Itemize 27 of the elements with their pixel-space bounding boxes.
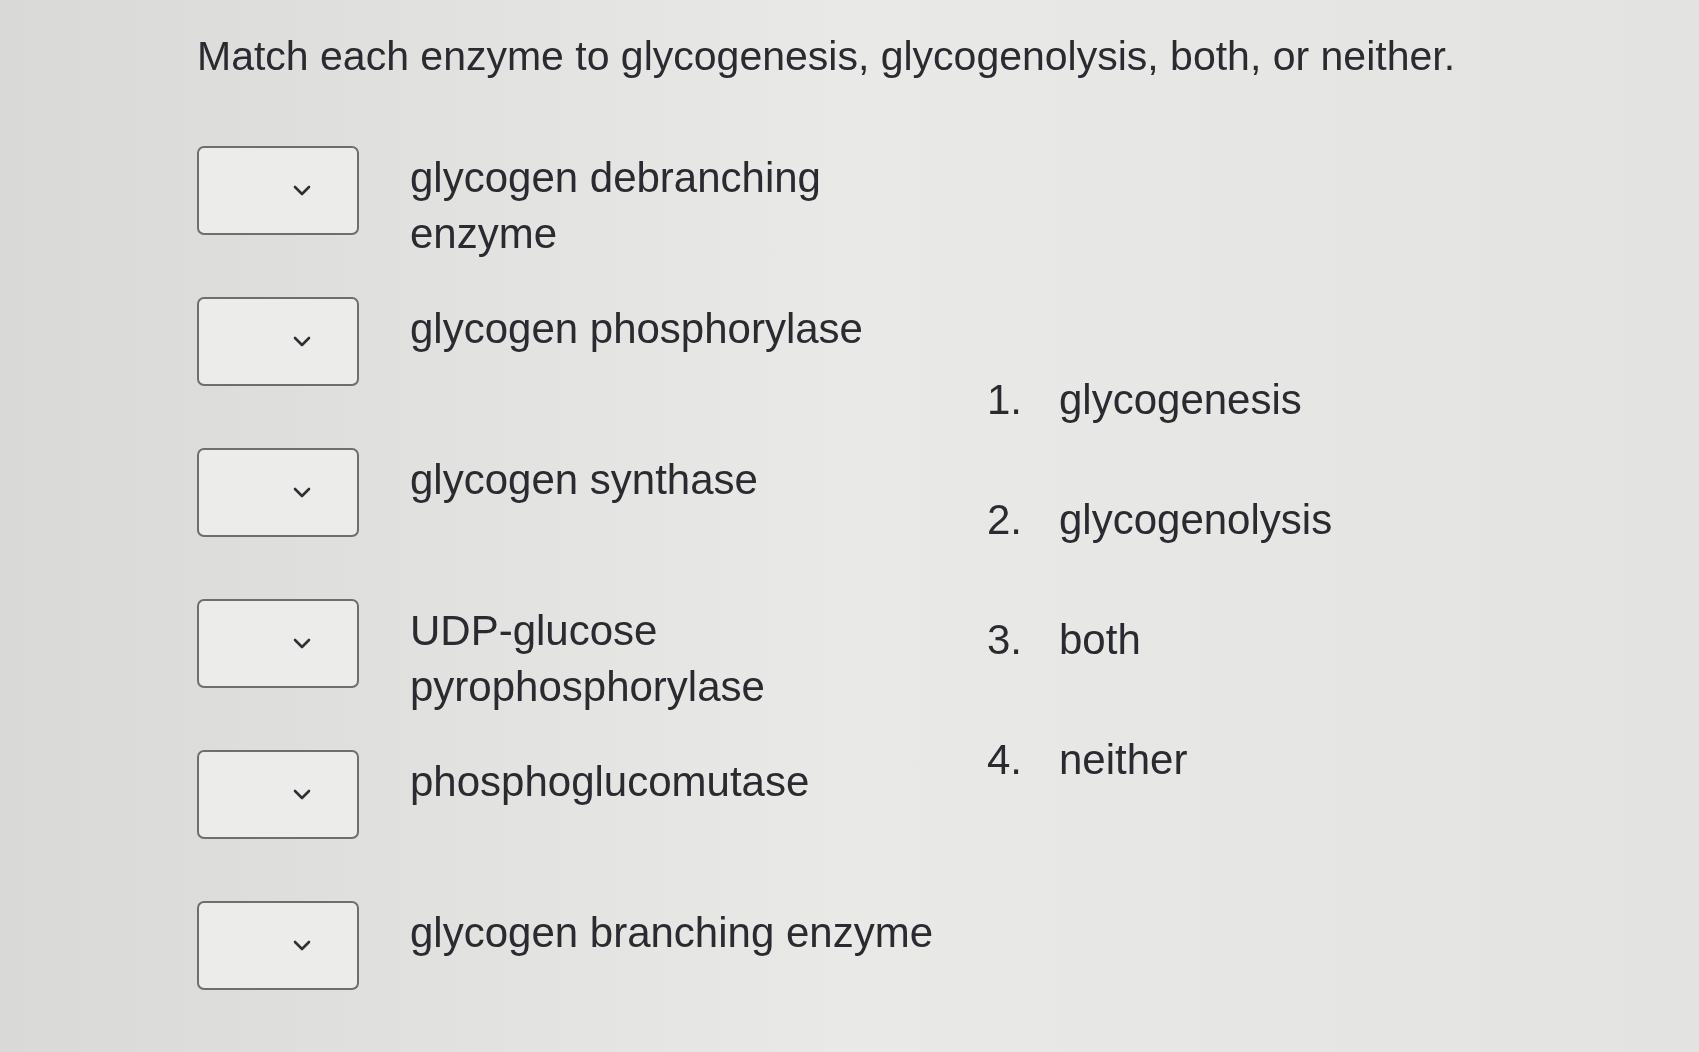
answer-dropdown[interactable] xyxy=(197,599,359,688)
enzyme-label: UDP-glucose pyrophosphorylase xyxy=(410,606,766,712)
chevron-down-icon xyxy=(293,789,311,800)
option-number: 4. xyxy=(987,735,1024,785)
option-label: both xyxy=(1059,615,1141,665)
option-label: glycogenesis xyxy=(1059,375,1302,425)
enzyme-label: glycogen synthase xyxy=(410,455,759,505)
enzyme-label: glycogen phosphorylase xyxy=(410,304,864,354)
option-label: neither xyxy=(1059,735,1188,785)
chevron-down-icon xyxy=(293,487,311,498)
option-number: 3. xyxy=(987,615,1024,665)
option-label: glycogenolysis xyxy=(1059,495,1333,545)
enzyme-label: glycogen branching enzyme xyxy=(410,908,934,958)
answer-dropdown[interactable] xyxy=(197,901,359,990)
option-number: 2. xyxy=(987,495,1024,545)
instructions-text: Match each enzyme to glycogenesis, glycogenolysis, both, or neither. xyxy=(197,32,1456,81)
answer-dropdown[interactable] xyxy=(197,750,359,839)
option-number: 1. xyxy=(987,375,1024,425)
chevron-down-icon xyxy=(293,185,311,196)
enzyme-label: phosphoglucomutase xyxy=(410,757,811,807)
answer-dropdown[interactable] xyxy=(197,146,359,235)
enzyme-label: glycogen debranching enzyme xyxy=(410,153,822,259)
answer-dropdown[interactable] xyxy=(197,448,359,537)
answer-dropdown[interactable] xyxy=(197,297,359,386)
chevron-down-icon xyxy=(293,940,311,951)
chevron-down-icon xyxy=(293,638,311,649)
chevron-down-icon xyxy=(293,336,311,347)
